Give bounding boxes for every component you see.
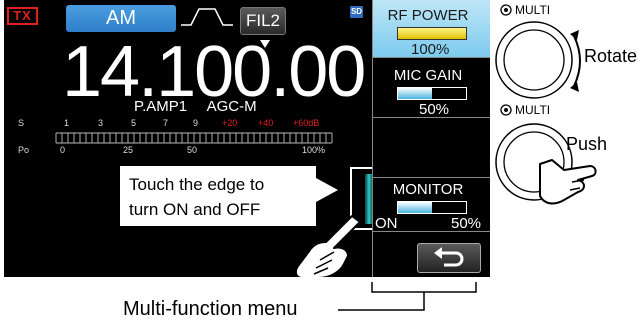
multi-marker-icon — [500, 104, 512, 116]
menu-item-label: MIC GAIN — [393, 67, 463, 84]
level-bar — [397, 87, 467, 100]
status-line: P.AMP1 AGC-M — [134, 98, 257, 115]
meter-po-tick: 25 — [123, 145, 133, 155]
meter-po-tick: 100% — [302, 145, 325, 155]
level-fill — [398, 202, 432, 213]
s-po-meter: S 1 3 5 7 9 +20 +40 +60dB Po 0 25 50 100… — [18, 118, 333, 155]
level-fill — [398, 88, 432, 99]
meter-s-tick: +60dB — [293, 118, 319, 128]
tx-indicator: TX — [7, 7, 38, 25]
multi-marker-icon — [500, 4, 512, 16]
agc-status: AGC-M — [206, 98, 257, 115]
menu-item-mic-gain[interactable]: MIC GAIN 50% — [373, 60, 490, 118]
caption-multi-function-menu: Multi-function menu — [123, 298, 298, 320]
level-fill — [398, 28, 466, 39]
multi-dial-rotate[interactable] — [494, 18, 580, 104]
menu-item-monitor[interactable]: MONITOR ON 50% — [373, 174, 490, 232]
meter-po-tick: 0 — [60, 145, 65, 155]
menu-item-label: MONITOR — [392, 181, 464, 198]
meter-s-label: S — [18, 118, 24, 128]
level-bar — [397, 201, 467, 214]
mode-button[interactable]: AM — [66, 5, 176, 32]
meter-s-tick: 1 — [64, 118, 69, 128]
filter-shape-icon — [181, 8, 233, 26]
touch-hand-icon — [294, 215, 361, 277]
meter-s-tick: 9 — [193, 118, 198, 128]
filter-button[interactable]: FIL2 — [240, 7, 286, 35]
return-arrow-icon — [434, 247, 464, 267]
caption-bracket — [338, 282, 477, 311]
rotate-label: Rotate — [584, 46, 638, 66]
callout-arrow — [316, 178, 338, 202]
multi-label: MULTI — [515, 103, 551, 117]
meter-s-tick: +40 — [258, 118, 273, 128]
menu-item-value: 50% — [451, 215, 482, 232]
meter-po-label: Po — [18, 145, 29, 155]
meter-s-tick: +20 — [222, 118, 237, 128]
menu-item-rf-power[interactable]: RF POWER 100% — [373, 0, 490, 58]
multi-label: MULTI — [515, 3, 551, 17]
callout-line-2: turn ON and OFF — [129, 200, 261, 219]
meter-s-tick: 3 — [98, 118, 103, 128]
level-bar — [397, 27, 467, 40]
menu-item-value: 100% — [411, 41, 450, 58]
monitor-status: ON — [375, 215, 398, 232]
touch-edge-callout: Touch the edge to turn ON and OFF — [120, 166, 316, 226]
meter-s-tick: 7 — [163, 118, 168, 128]
meter-s-tick: 5 — [131, 118, 136, 128]
menu-item-value: 50% — [419, 101, 450, 118]
menu-item-label: RF POWER — [387, 7, 469, 24]
preamp-status: P.AMP1 — [134, 98, 188, 115]
sd-card-icon: SD — [350, 6, 363, 18]
multi-function-menu: RF POWER 100% MIC GAIN 50% MONITOR ON 50… — [372, 0, 490, 277]
radio-display: TX AM FIL2 SD 14.100.00 P.AMP1 AGC-M S 1… — [4, 0, 490, 277]
push-label: Push — [566, 134, 608, 154]
menu-item-empty[interactable] — [373, 120, 490, 178]
callout-line-1: Touch the edge to — [129, 175, 265, 194]
meter-po-tick: 50 — [187, 145, 197, 155]
back-button[interactable] — [417, 243, 481, 273]
